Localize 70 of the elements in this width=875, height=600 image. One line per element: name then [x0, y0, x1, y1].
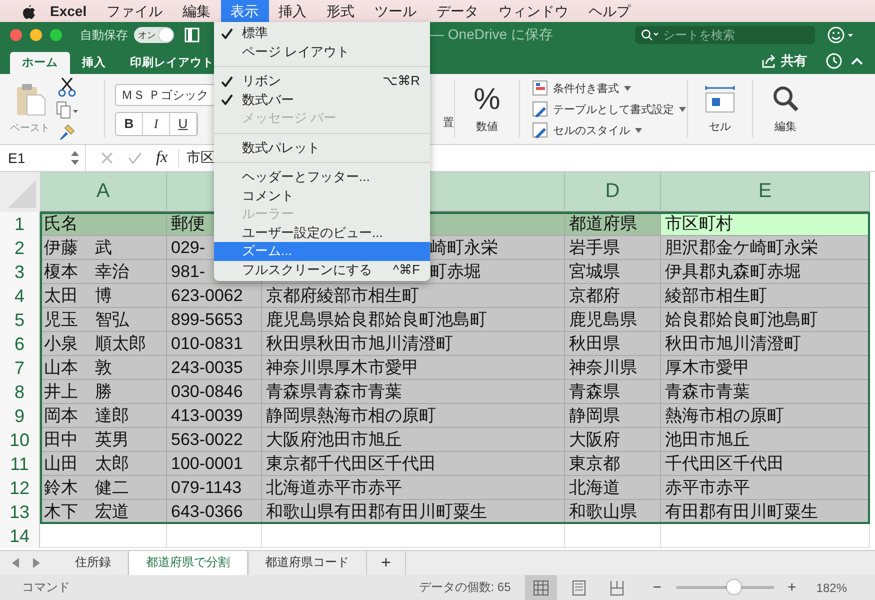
table-cell: 010-0831 [167, 332, 262, 356]
table-cell: 有田郡有田川町粟生 [661, 500, 870, 524]
table-cell: 都道府県 [565, 212, 661, 236]
table-cell: 岡本 達郎 [40, 404, 167, 428]
table-cell: 伊藤 武 [40, 236, 167, 260]
table-cell: 木下 宏道 [40, 500, 167, 524]
table-cell: 氏名 [40, 212, 167, 236]
table-cell: 山本 敦 [40, 356, 167, 380]
cell-count: データの個数: 65 [418, 579, 511, 596]
table-cell: 池田市旭丘 [661, 428, 870, 452]
table-cell: 綾部市相生町 [661, 284, 870, 308]
table-cell: 563-0022 [167, 428, 262, 452]
table-cell: 青森県青森市青葉 [262, 380, 565, 404]
table-cell: 623-0062 [167, 284, 262, 308]
table-cell: 秋田県 [565, 332, 661, 356]
table-cell: 京都府綾部市相生町 [262, 284, 565, 308]
table-cell: 北海道赤平市赤平 [262, 476, 565, 500]
table-cell: 和歌山県有田郡有田川町粟生 [262, 500, 565, 524]
paste-label: ペースト [10, 122, 50, 135]
table-cell: 鹿児島県姶良郡姶良町池島町 [262, 308, 565, 332]
status-mode: コマンド [22, 579, 70, 596]
table-cell: 厚木市愛甲 [661, 356, 870, 380]
table-cell: 宮城県 [565, 260, 661, 284]
autosave-label: 自動保存 [80, 26, 128, 44]
table-cell: 青森市青葉 [661, 380, 870, 404]
document-title: — OneDrive に保存 [430, 26, 554, 44]
table-cell: 643-0366 [167, 500, 262, 524]
table-cell: 東京都 [565, 452, 661, 476]
table-cell: 鈴木 健二 [40, 476, 167, 500]
table-cell: 大阪府 [565, 428, 661, 452]
table-cell: 赤平市赤平 [661, 476, 870, 500]
table-cell: 413-0039 [167, 404, 262, 428]
table-cell: 静岡県熱海市相の原町 [262, 404, 565, 428]
zoom-level: 182% [816, 580, 847, 594]
table-cell: 神奈川県厚木市愛甲 [262, 356, 565, 380]
table-cell: 岩手県 [565, 236, 661, 260]
table-cell: 児玉 智弘 [40, 308, 167, 332]
group-label: セル [709, 120, 731, 134]
table-cell: 100-0001 [167, 452, 262, 476]
table-cell: 秋田市旭川清澄町 [661, 332, 870, 356]
group-label: 数値 [476, 120, 498, 134]
formula-content: 市区 [186, 149, 215, 167]
table-cell: 243-0035 [167, 356, 262, 380]
table-cell: 京都府 [565, 284, 661, 308]
group-label: 編集 [774, 120, 796, 134]
table-cell: 青森県 [565, 380, 661, 404]
table-cell: 鹿児島県 [565, 308, 661, 332]
table-cell: 小泉 順太郎 [40, 332, 167, 356]
table-cell: 899-5653 [167, 308, 262, 332]
table-cell: 姶良郡姶良町池島町 [661, 308, 870, 332]
table-cell: 東京都千代田区千代田 [262, 452, 565, 476]
table-cell: 伊具郡丸森町赤堀 [661, 260, 870, 284]
table-cell: 井上 勝 [40, 380, 167, 404]
table-cell: 大阪府池田市旭丘 [262, 428, 565, 452]
table-cell: 榎本 幸治 [40, 260, 167, 284]
table-cell: 030-0846 [167, 380, 262, 404]
table-cell: 079-1143 [167, 476, 262, 500]
table-cell: 千代田区千代田 [661, 452, 870, 476]
table-cell: 田中 英男 [40, 428, 167, 452]
table-cell: 市区町村 [661, 212, 870, 236]
table-cell: 熱海市相の原町 [661, 404, 870, 428]
table-cell: 山田 太郎 [40, 452, 167, 476]
table-cell: 静岡県 [565, 404, 661, 428]
table-cell: 北海道 [565, 476, 661, 500]
table-cell: 秋田県秋田市旭川清澄町 [262, 332, 565, 356]
group-label: 置 [443, 116, 454, 130]
table-cell: 和歌山県 [565, 500, 661, 524]
table-cell: 太田 博 [40, 284, 167, 308]
table-cell: 神奈川県 [565, 356, 661, 380]
table-cell: 胆沢郡金ケ崎町永栄 [661, 236, 870, 260]
